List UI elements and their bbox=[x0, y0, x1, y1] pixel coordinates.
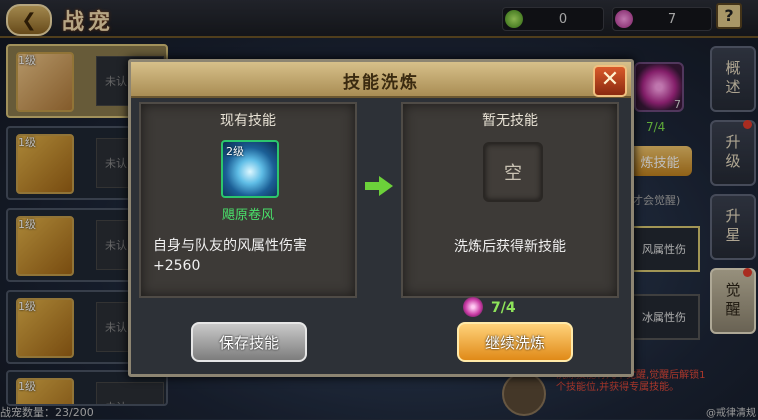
dialog-title: 技能洗炼 bbox=[343, 73, 419, 93]
new-skill-panel: 暂无技能 空 洗炼后获得新技能 bbox=[401, 102, 619, 298]
whirlwind-skill-icon[interactable]: 2级 bbox=[221, 140, 279, 198]
empty-skill-slot: 空 bbox=[483, 142, 543, 202]
current-skill-title: 现有技能 bbox=[220, 113, 276, 129]
continue-refine-button[interactable]: 继续洗炼 bbox=[457, 322, 573, 362]
dialog-header: 技能洗炼 ✕ bbox=[131, 62, 631, 98]
close-button[interactable]: ✕ bbox=[593, 65, 627, 97]
skill-description: 自身与队友的风属性伤害+2560 bbox=[153, 238, 307, 274]
save-skill-button[interactable]: 保存技能 bbox=[191, 322, 307, 362]
refine-cost: 7/4 bbox=[491, 300, 516, 316]
new-skill-description: 洗炼后获得新技能 bbox=[454, 239, 566, 255]
pink-gem-icon bbox=[463, 297, 483, 317]
skill-level: 2级 bbox=[226, 145, 244, 158]
new-skill-title: 暂无技能 bbox=[482, 113, 538, 129]
skill-refine-dialog: 技能洗炼 ✕ 现有技能 2级 飓原卷风 自身与队友的风属性伤害+2560 暂无技… bbox=[128, 59, 634, 377]
close-icon: ✕ bbox=[600, 67, 620, 92]
current-skill-panel: 现有技能 2级 飓原卷风 自身与队友的风属性伤害+2560 bbox=[139, 102, 357, 298]
skill-name: 飓原卷风 bbox=[221, 208, 274, 223]
